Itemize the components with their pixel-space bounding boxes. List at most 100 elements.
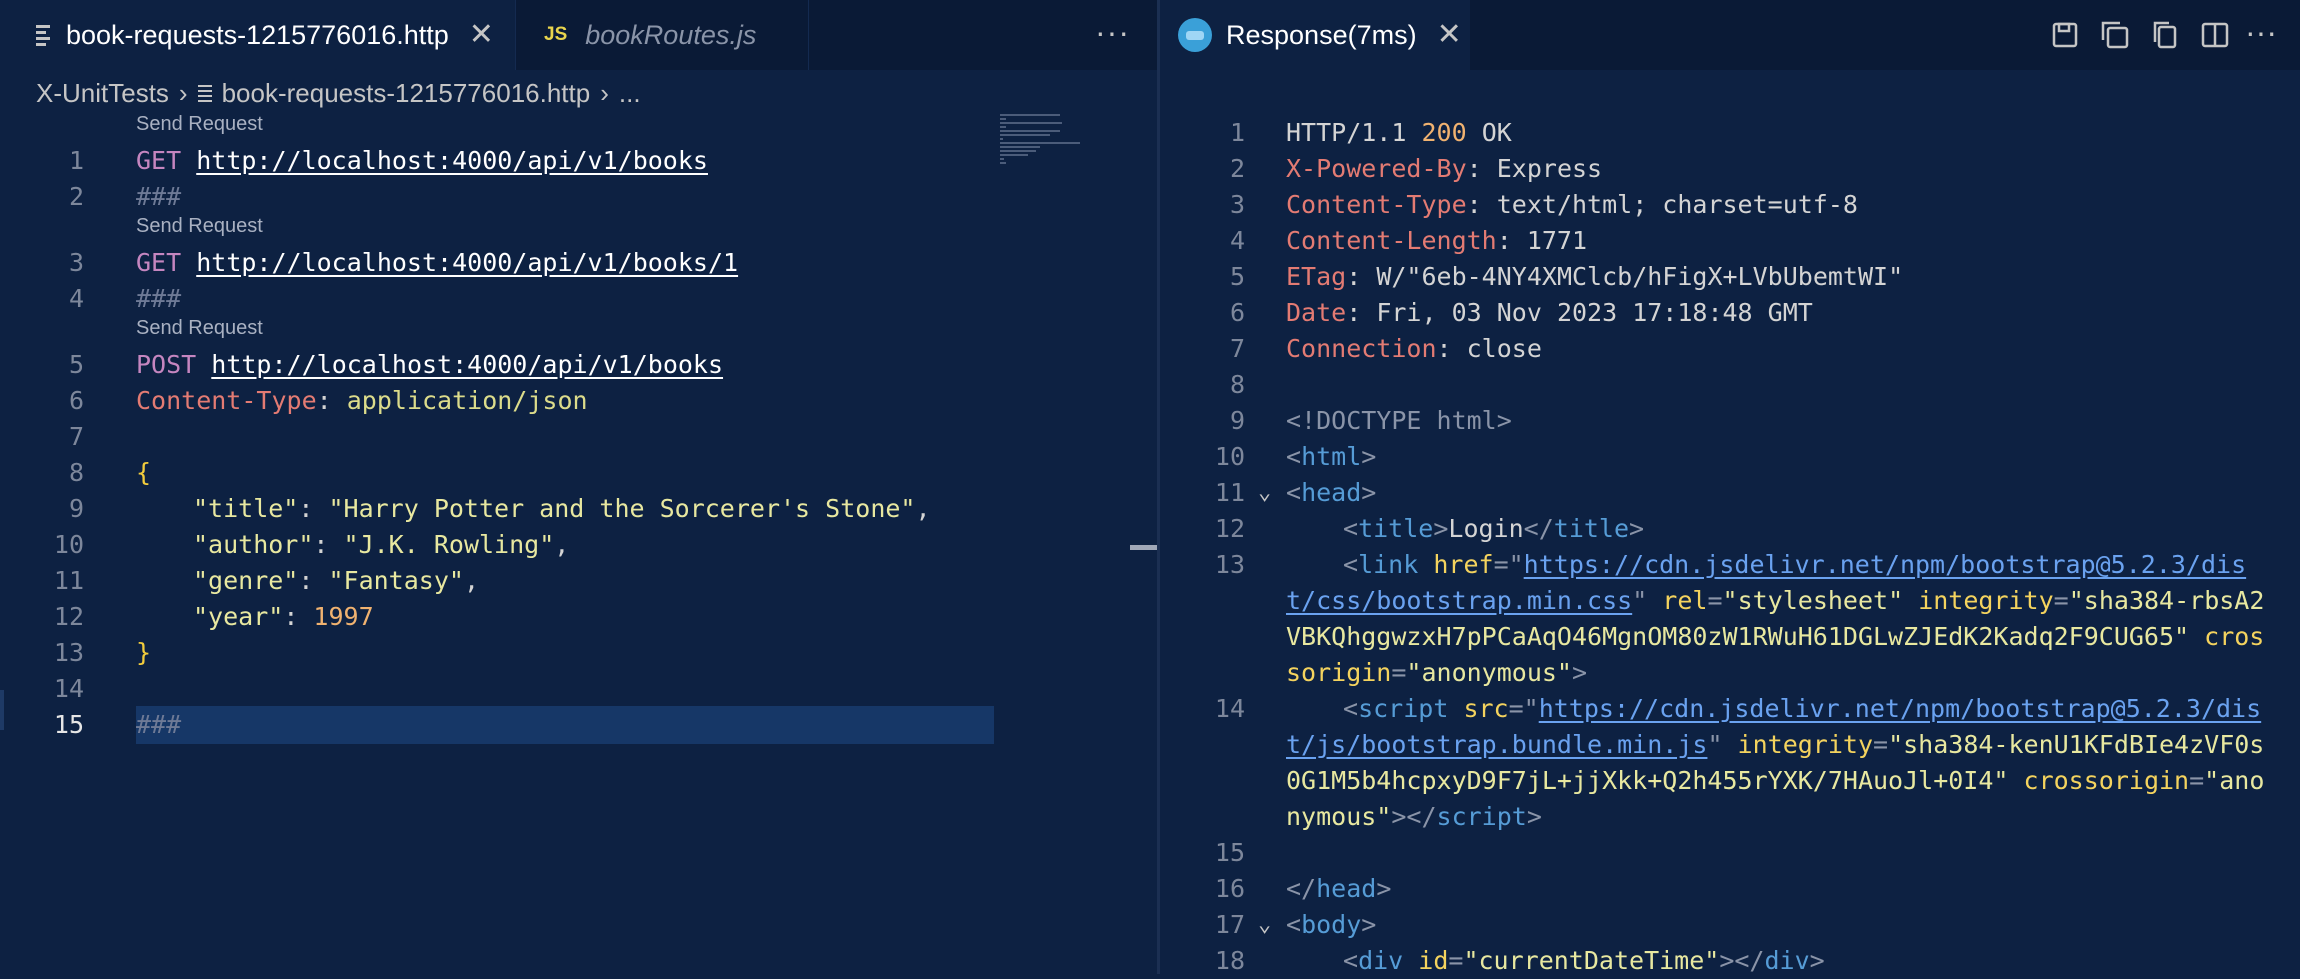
line-number: 12 bbox=[53, 602, 84, 631]
breadcrumb-folder[interactable]: X-UnitTests bbox=[36, 78, 169, 109]
tab-book-requests-http[interactable]: book-requests-1215776016.http ✕ bbox=[0, 0, 515, 70]
status-code: 200 bbox=[1421, 118, 1467, 147]
js-url[interactable]: t/js/bootstrap.bundle.min.js bbox=[1286, 730, 1707, 759]
code-line[interactable]: 11 "genre": "Fantasy", bbox=[0, 563, 1000, 599]
close-icon[interactable]: ✕ bbox=[1437, 20, 1462, 50]
copy-icon[interactable] bbox=[2148, 18, 2182, 52]
send-request-codelens[interactable]: Send Request bbox=[136, 215, 263, 238]
line-number: 3 bbox=[68, 248, 84, 277]
response-line[interactable]: 9 <!DOCTYPE html> bbox=[1160, 403, 2300, 439]
request-separator: ### bbox=[136, 710, 182, 739]
response-line[interactable]: 15 bbox=[1160, 835, 2300, 871]
breadcrumb-file[interactable]: book-requests-1215776016.http bbox=[222, 78, 591, 109]
attr-name: sorigin bbox=[1286, 658, 1392, 687]
code-line[interactable]: 5 POST http://localhost:4000/api/v1/book… bbox=[0, 347, 1000, 383]
response-line[interactable]: 10 <html> bbox=[1160, 439, 2300, 475]
response-line-wrap[interactable]: t/js/bootstrap.bundle.min.js" integrity=… bbox=[1160, 727, 2300, 763]
request-url[interactable]: http://localhost:4000/api/v1/books bbox=[196, 146, 708, 175]
save-body-icon[interactable] bbox=[2098, 18, 2132, 52]
css-url[interactable]: https://cdn.jsdelivr.net/npm/bootstrap@5… bbox=[1524, 550, 2246, 579]
more-actions-icon[interactable]: ··· bbox=[2245, 14, 2277, 51]
chevron-right-icon: › bbox=[178, 77, 188, 108]
attr-value: 0G1M5b4hcpxyD9F7jL+jjXkk+Q2h455rYXK/7HAu… bbox=[1286, 766, 2009, 795]
more-actions-icon[interactable]: ··· bbox=[1095, 14, 1130, 51]
close-icon[interactable]: ✕ bbox=[469, 20, 494, 50]
attr-name: id bbox=[1418, 946, 1449, 975]
json-key: "year" bbox=[193, 602, 284, 631]
code-line[interactable]: 3 GET http://localhost:4000/api/v1/books… bbox=[0, 245, 1000, 281]
code-line[interactable]: 15 ### bbox=[0, 707, 1000, 743]
line-number: 11 bbox=[53, 566, 84, 595]
response-line[interactable]: 13 <link href="https://cdn.jsdelivr.net/… bbox=[1160, 547, 2300, 583]
json-brace: { bbox=[136, 458, 152, 487]
js-url[interactable]: https://cdn.jsdelivr.net/npm/bootstrap@5… bbox=[1539, 694, 2261, 723]
response-line[interactable]: 12 <title>Login</title> bbox=[1160, 511, 2300, 547]
response-line[interactable]: 3 Content-Type: text/html; charset=utf-8 bbox=[1160, 187, 2300, 223]
code-line[interactable]: 10 "author": "J.K. Rowling", bbox=[0, 527, 1000, 563]
div-tag: div bbox=[1358, 946, 1404, 975]
response-line-wrap[interactable]: t/css/bootstrap.min.css" rel="stylesheet… bbox=[1160, 583, 2300, 619]
css-url[interactable]: t/css/bootstrap.min.css bbox=[1286, 586, 1632, 615]
code-line[interactable]: 6 Content-Type: application/json bbox=[0, 383, 1000, 419]
breadcrumb: X-UnitTests › book-requests-1215776016.h… bbox=[36, 72, 641, 114]
line-number: 5 bbox=[68, 350, 84, 379]
attr-value: "sha384-kenU1KFdBIe4zVF0s bbox=[1888, 730, 2265, 759]
line-number: 2 bbox=[68, 182, 84, 211]
request-separator: ### bbox=[136, 182, 182, 211]
code-line[interactable]: 4 ### bbox=[0, 281, 1000, 317]
code-line[interactable]: 14 bbox=[0, 671, 1000, 707]
response-line[interactable]: 1 HTTP/1.1 200 OK bbox=[1160, 115, 2300, 151]
send-request-codelens[interactable]: Send Request bbox=[136, 317, 263, 340]
code-line[interactable]: 8 { bbox=[0, 455, 1000, 491]
json-brace: } bbox=[136, 638, 152, 667]
json-key: "genre" bbox=[193, 566, 299, 595]
header-value: close bbox=[1466, 334, 1542, 363]
breadcrumb-ellipsis[interactable]: ... bbox=[619, 78, 641, 109]
chevron-down-icon[interactable]: ⌄ bbox=[1258, 907, 1271, 943]
response-line[interactable]: 7 Connection: close bbox=[1160, 331, 2300, 367]
code-line[interactable]: 7 bbox=[0, 419, 1000, 455]
response-line[interactable]: 11 ⌄ <head> bbox=[1160, 475, 2300, 511]
response-line[interactable]: 5 ETag: W/"6eb-4NY4XMClcb/hFigX+LVbUbemt… bbox=[1160, 259, 2300, 295]
minimap[interactable] bbox=[1000, 112, 1100, 172]
header-value: text/html; charset=utf-8 bbox=[1496, 190, 1858, 219]
tab-bookroutes-js[interactable]: JS bookRoutes.js bbox=[515, 0, 809, 70]
line-number: 5 bbox=[1229, 262, 1245, 291]
attr-value: "currentDateTime" bbox=[1463, 946, 1720, 975]
response-line[interactable]: 6 Date: Fri, 03 Nov 2023 17:18:48 GMT bbox=[1160, 295, 2300, 331]
response-line-wrap[interactable]: 0G1M5b4hcpxyD9F7jL+jjXkk+Q2h455rYXK/7HAu… bbox=[1160, 763, 2300, 799]
response-line-wrap[interactable]: nymous"></script> bbox=[1160, 799, 2300, 835]
tab-label: bookRoutes.js bbox=[585, 19, 757, 50]
code-line[interactable]: 12 "year": 1997 bbox=[0, 599, 1000, 635]
request-editor-group: book-requests-1215776016.http ✕ JS bookR… bbox=[0, 0, 1157, 974]
code-line[interactable]: 2 ### bbox=[0, 179, 1000, 215]
code-line[interactable]: 9 "title": "Harry Potter and the Sorcere… bbox=[0, 491, 1000, 527]
header-name: Date bbox=[1286, 298, 1347, 327]
editor-edge-marker bbox=[0, 690, 4, 730]
response-line[interactable]: 4 Content-Length: 1771 bbox=[1160, 223, 2300, 259]
response-line[interactable]: 8 bbox=[1160, 367, 2300, 403]
request-url[interactable]: http://localhost:4000/api/v1/books bbox=[211, 350, 723, 379]
attr-value: "ano bbox=[2204, 766, 2265, 795]
line-number: 17 bbox=[1214, 910, 1245, 939]
response-line[interactable]: 17 ⌄ <body> bbox=[1160, 907, 2300, 943]
response-line-wrap[interactable]: VBKQhggwzxH7pPCaAqO46MgnOM80zW1RWuH61DGL… bbox=[1160, 619, 2300, 655]
script-tag: script bbox=[1436, 802, 1527, 831]
response-line[interactable]: 14 <script src="https://cdn.jsdelivr.net… bbox=[1160, 691, 2300, 727]
json-value: 1997 bbox=[313, 602, 374, 631]
line-number: 16 bbox=[1214, 874, 1245, 903]
code-line[interactable]: 1 GET http://localhost:4000/api/v1/books bbox=[0, 143, 1000, 179]
response-line-wrap[interactable]: sorigin="anonymous"> bbox=[1160, 655, 2300, 691]
response-line[interactable]: 16 </head> bbox=[1160, 871, 2300, 907]
tab-response[interactable]: Response(7ms) ✕ bbox=[1160, 0, 1470, 70]
code-line[interactable]: 13 } bbox=[0, 635, 1000, 671]
response-line[interactable]: 2 X-Powered-By: Express bbox=[1160, 151, 2300, 187]
split-editor-icon[interactable] bbox=[2198, 18, 2232, 52]
attr-name: href bbox=[1433, 550, 1494, 579]
line-number: 2 bbox=[1229, 154, 1245, 183]
save-response-icon[interactable] bbox=[2048, 18, 2082, 52]
send-request-codelens[interactable]: Send Request bbox=[136, 113, 263, 136]
request-url[interactable]: http://localhost:4000/api/v1/books/1 bbox=[196, 248, 738, 277]
http-method: GET bbox=[136, 248, 182, 277]
chevron-down-icon[interactable]: ⌄ bbox=[1258, 475, 1271, 511]
